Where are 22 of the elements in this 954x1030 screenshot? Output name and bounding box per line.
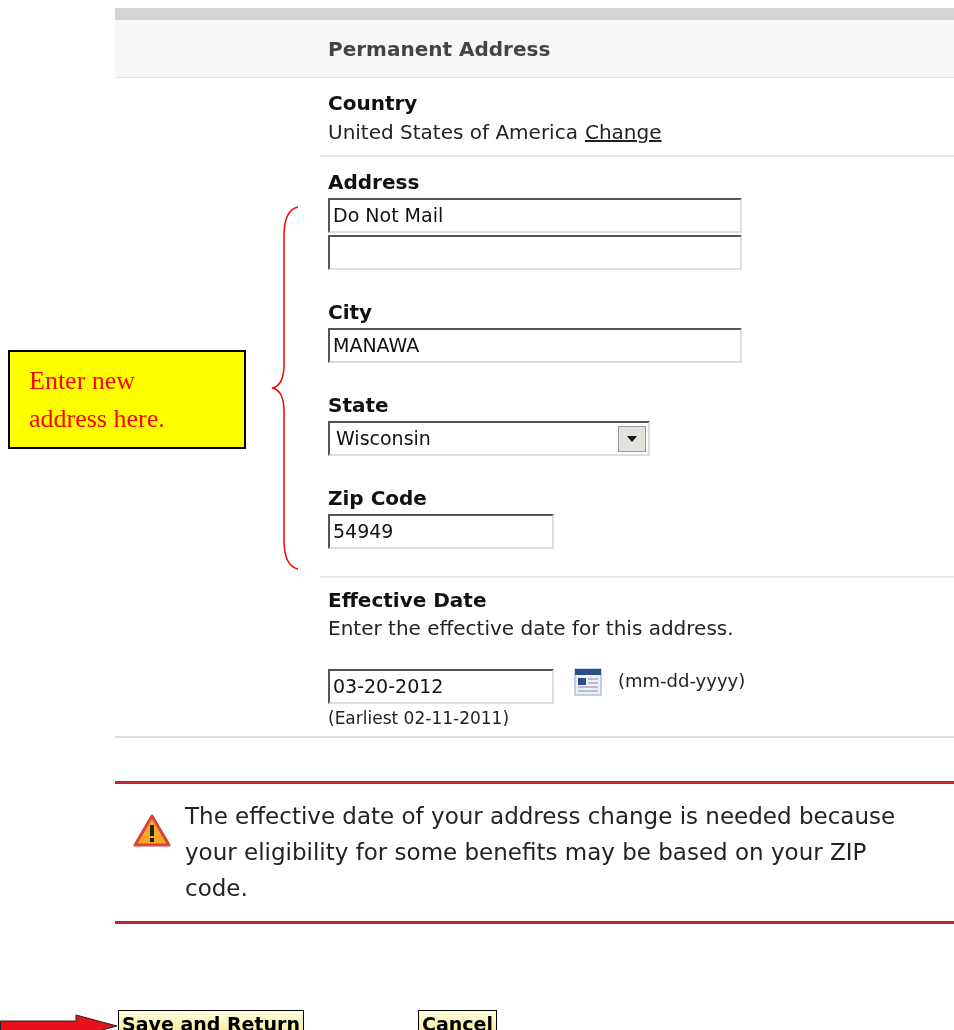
warning-icon — [133, 814, 171, 848]
field-label: State — [328, 393, 390, 417]
field-label: Zip Code — [328, 486, 428, 510]
date-format-hint: (mm-dd-yyyy) — [618, 669, 746, 693]
field-label: Country — [328, 91, 419, 115]
change-link[interactable]: Change — [584, 115, 662, 149]
field-label: City — [328, 300, 374, 324]
state-dropdown[interactable]: Wisconsin — [328, 421, 650, 456]
field-label: Effective Date — [328, 588, 488, 612]
text-field[interactable]: 54949 — [328, 514, 554, 549]
field-label: Address — [328, 170, 421, 194]
text-field[interactable] — [328, 235, 742, 270]
annotation-callout: Enter new address here. — [8, 350, 246, 449]
alert-message: The effective date of your address change is needed because your eligibility for some benefits may be based on your ZIP code. — [185, 802, 897, 903]
text-field[interactable]: MANAWA — [328, 328, 742, 363]
instruction-text: Enter the effective date for this address. — [328, 615, 735, 642]
calendar-icon[interactable] — [574, 665, 602, 696]
earliest-date-note: (Earliest 02-11-2011) — [328, 707, 511, 730]
section-title: Permanent Address — [328, 35, 551, 63]
country-value: United States of America — [328, 119, 578, 146]
text-field[interactable]: 03-20-2012 — [328, 669, 554, 704]
text-field[interactable]: Do Not Mail — [328, 198, 742, 233]
